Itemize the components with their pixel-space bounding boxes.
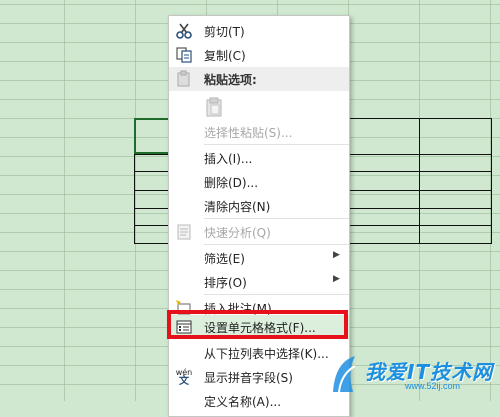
cell-border	[347, 154, 491, 155]
scissors-icon	[175, 22, 193, 40]
submenu-arrow-icon: ▶	[333, 250, 340, 260]
copy-icon	[175, 46, 193, 64]
cell-border	[347, 190, 491, 191]
menu-item-label: 从下拉列表中选择(K)...	[204, 347, 329, 361]
menu-item-filter[interactable]: 筛选(E) ▶	[169, 246, 349, 270]
menu-item-label: 显示拼音字段(S)	[204, 371, 293, 385]
menu-item-copy[interactable]: 复制(C)	[169, 43, 349, 67]
menu-item-label: 排序(O)	[204, 276, 247, 290]
menu-separator	[204, 294, 349, 295]
menu-separator	[204, 218, 349, 219]
submenu-arrow-icon: ▶	[333, 274, 340, 284]
menu-item-label: 选择性粘贴(S)...	[204, 126, 293, 140]
phonetic-guide-icon: wén 文	[175, 368, 193, 387]
menu-item-delete[interactable]: 删除(D)...	[169, 170, 349, 194]
cell-border	[347, 208, 491, 209]
menu-item-paste-special[interactable]: 选择性粘贴(S)...	[169, 120, 349, 144]
cell-border	[347, 171, 491, 172]
watermark-url: www.52ij.com	[405, 381, 461, 391]
menu-separator	[204, 144, 349, 145]
menu-item-insert[interactable]: 插入(I)...	[169, 146, 349, 170]
quick-analysis-icon	[175, 223, 193, 241]
menu-item-cut[interactable]: 剪切(T)	[169, 19, 349, 43]
context-menu: 剪切(T) 复制(C) 粘贴选项: 选择性粘贴(S)... 插入(I)... 删…	[168, 15, 350, 417]
menu-item-clear-contents[interactable]: 清除内容(N)	[169, 194, 349, 218]
menu-item-label: 清除内容(N)	[204, 200, 271, 214]
watermark-logo-icon	[333, 356, 356, 393]
menu-item-label: 删除(D)...	[204, 176, 259, 190]
clipboard-icon	[175, 70, 193, 91]
menu-item-sort[interactable]: 排序(O) ▶	[169, 270, 349, 294]
menu-item-label: 筛选(E)	[204, 252, 245, 266]
section-header-label: 粘贴选项:	[204, 73, 257, 87]
menu-item-show-phonetic[interactable]: wén 文 显示拼音字段(S)	[169, 365, 349, 389]
highlight-annotation-box	[167, 310, 348, 339]
cell-border	[347, 225, 491, 226]
paste-options-header: 粘贴选项:	[169, 67, 349, 91]
menu-item-label: 剪切(T)	[204, 25, 245, 39]
menu-item-define-name[interactable]: 定义名称(A)...	[169, 389, 349, 413]
clipboard-icon	[203, 96, 225, 118]
menu-item-pick-from-dropdown[interactable]: 从下拉列表中选择(K)...	[169, 341, 349, 365]
menu-item-label: 定义名称(A)...	[204, 395, 282, 409]
menu-item-label: 插入(I)...	[204, 152, 253, 166]
site-watermark: 我爱IT技术网 www.52ij.com	[325, 350, 500, 401]
paste-button[interactable]	[169, 92, 349, 122]
menu-item-label: 复制(C)	[204, 49, 246, 63]
menu-item-label: 快速分析(Q)	[204, 226, 271, 240]
menu-separator	[204, 244, 349, 245]
menu-item-quick-analysis[interactable]: 快速分析(Q)	[169, 220, 349, 244]
